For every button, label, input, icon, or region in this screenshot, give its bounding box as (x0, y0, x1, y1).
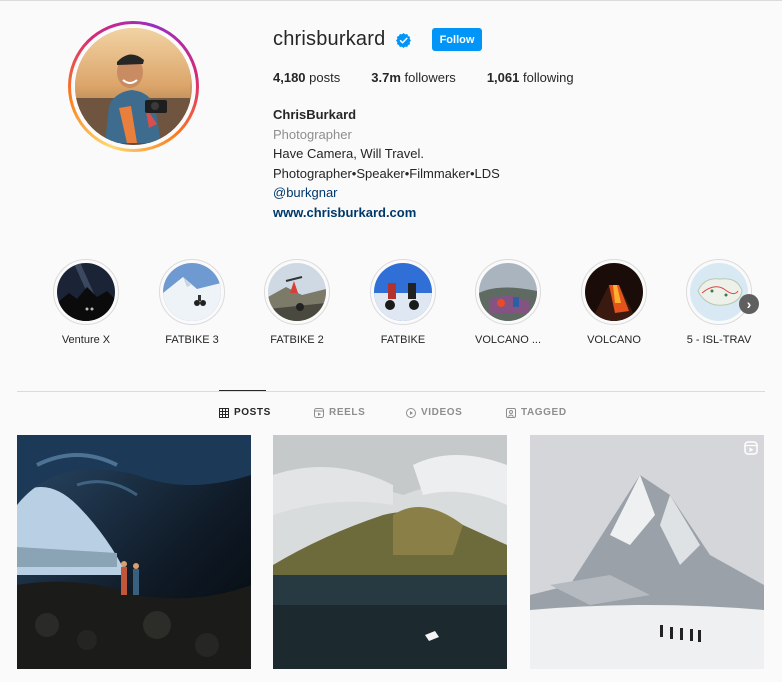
highlight-label: FATBIKE 3 (165, 334, 219, 346)
posts-count: 4,180 (273, 70, 306, 85)
tab-label: REELS (329, 407, 366, 418)
post-image (17, 435, 251, 669)
highlight-label: Venture X (61, 334, 111, 346)
tab-label: TAGGED (521, 407, 567, 418)
followers-label: followers (404, 70, 456, 85)
category-label: Photographer (273, 126, 352, 142)
followers-stat[interactable]: 3.7m followers (371, 70, 456, 85)
highlight-cover (690, 263, 748, 321)
follow-button[interactable]: Follow (432, 28, 482, 51)
highlight-cover (163, 263, 221, 321)
bio-line-1: Have Camera, Will Travel. (273, 146, 424, 161)
highlight-venture-x[interactable]: Venture X (46, 259, 126, 346)
following-label: following (522, 70, 574, 85)
tabs-divider (17, 391, 765, 392)
profile-avatar-ring[interactable] (68, 21, 199, 152)
reels-badge-icon (744, 441, 758, 455)
website-link[interactable]: www.chrisburkard.com (273, 203, 500, 223)
mention-link[interactable]: @burkgnar (273, 183, 500, 203)
highlight-label: FATBIKE (380, 334, 426, 346)
username: chrisburkard (273, 28, 386, 50)
highlights-next-button[interactable]: › (739, 294, 759, 314)
bio-line-2: Photographer•Speaker•Filmmaker•LDS (273, 165, 500, 181)
highlight-fatbike-3[interactable]: FATBIKE 3 (152, 259, 232, 346)
post-image (273, 435, 507, 669)
tab-reels[interactable]: REELS (314, 407, 365, 418)
following-count: 1,061 (486, 70, 520, 85)
tab-tagged[interactable]: TAGGED (506, 407, 567, 418)
highlight-cover (374, 263, 432, 321)
grid-icon (219, 407, 229, 418)
tag-icon (506, 407, 516, 418)
tab-videos[interactable]: VIDEOS (406, 407, 462, 418)
post-thumbnail-snow-peak[interactable] (530, 435, 764, 669)
reels-icon (314, 407, 324, 418)
highlight-cover (57, 263, 115, 321)
following-stat[interactable]: 1,061 following (487, 70, 574, 85)
posts-stat: 4,180 posts (273, 70, 340, 85)
avatar (75, 28, 192, 145)
highlight-fatbike[interactable]: FATBIKE (363, 259, 443, 346)
highlight-cover (479, 263, 537, 321)
tab-label: VIDEOS (421, 407, 463, 418)
highlight-volcano-2[interactable]: VOLCANO (574, 259, 654, 346)
profile-page: chrisburkard Follow 4,180 posts 3.7m fol… (0, 0, 782, 682)
highlight-cover (268, 263, 326, 321)
active-tab-indicator (219, 390, 266, 391)
full-name: ChrisBurkard (273, 107, 357, 122)
followers-count: 3.7m (371, 70, 401, 85)
highlight-label: 5 - ISL-TRAV (686, 334, 752, 346)
profile-bio: ChrisBurkard Photographer Have Camera, W… (273, 105, 500, 222)
highlight-volcano-1[interactable]: VOLCANO ... (468, 259, 548, 346)
profile-stats: 4,180 posts 3.7m followers 1,061 followi… (273, 70, 605, 85)
post-thumbnail-sea-cliffs[interactable] (273, 435, 507, 669)
story-highlights: Venture X FATBIKE 3 FATBIKE 2 FATBIKE VO… (48, 259, 782, 359)
highlight-fatbike-2[interactable]: FATBIKE 2 (257, 259, 337, 346)
post-thumbnail-ice-cave[interactable] (17, 435, 251, 669)
tab-posts[interactable]: POSTS (219, 407, 271, 418)
tab-label: POSTS (234, 407, 271, 418)
chevron-right-icon: › (746, 296, 752, 312)
posts-label: posts (309, 70, 341, 85)
highlight-cover (585, 263, 643, 321)
highlight-label: VOLCANO ... (474, 334, 542, 346)
verified-badge-icon (396, 33, 411, 48)
highlight-label: FATBIKE 2 (270, 334, 324, 346)
highlight-label: VOLCANO (587, 334, 641, 346)
post-image (530, 435, 764, 669)
play-icon (406, 407, 416, 418)
